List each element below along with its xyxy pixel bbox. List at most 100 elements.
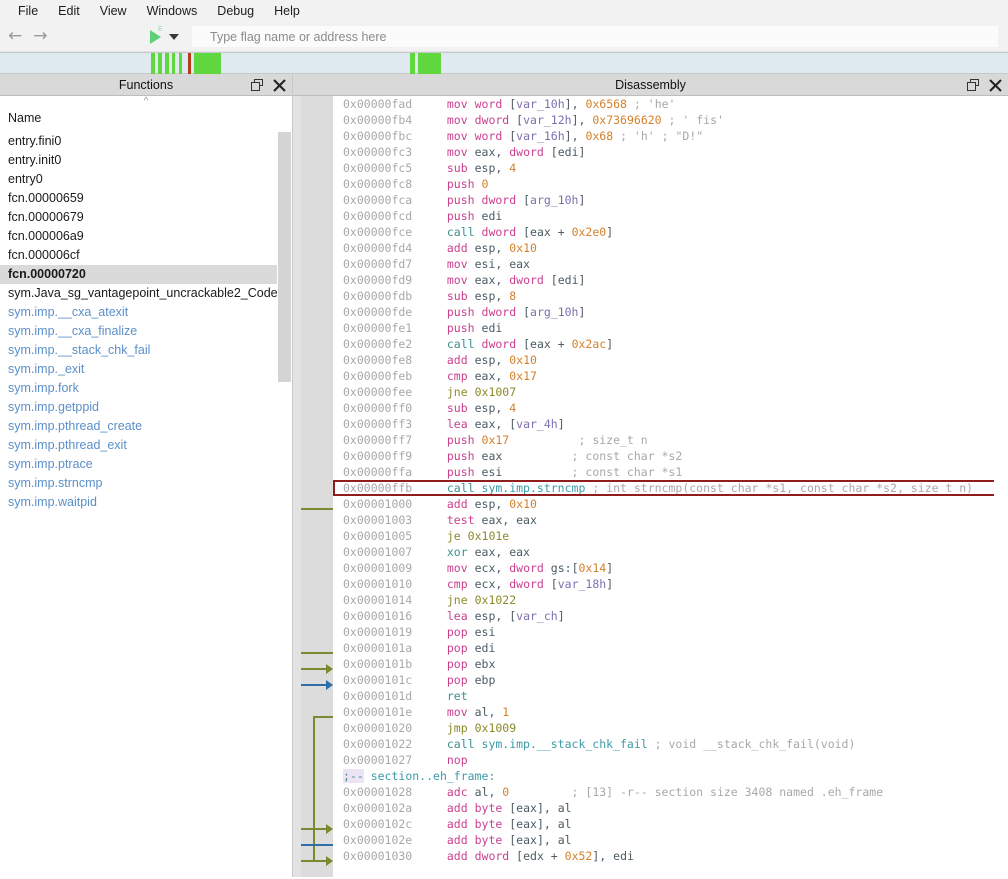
disassembly-line[interactable]: 0x00000fd7 mov esi, eax xyxy=(333,256,1008,272)
disassembly-line[interactable]: 0x00001005 je 0x101e xyxy=(333,528,1008,544)
disassembly-line[interactable]: 0x00001003 test eax, eax xyxy=(333,512,1008,528)
function-list-item[interactable]: fcn.00000659 xyxy=(0,189,292,208)
disassembly-line[interactable]: 0x00000fce call dword [eax + 0x2e0] xyxy=(333,224,1008,240)
disassembly-line[interactable]: 0x00000feb cmp eax, 0x17 xyxy=(333,368,1008,384)
disassembly-line[interactable]: 0x00001019 pop esi xyxy=(333,624,1008,640)
function-list-item[interactable]: entry.init0 xyxy=(0,151,292,170)
functions-scrollbar[interactable] xyxy=(277,132,292,877)
disassembly-line[interactable]: 0x00001022 call sym.imp.__stack_chk_fail… xyxy=(333,736,1008,752)
disassembly-line[interactable]: 0x0000101e mov al, 1 xyxy=(333,704,1008,720)
close-icon[interactable] xyxy=(989,78,1002,92)
disassembly-line[interactable]: 0x00000fca push dword [arg_10h] xyxy=(333,192,1008,208)
disassembly-line[interactable]: 0x00000fc8 push 0 xyxy=(333,176,1008,192)
disassembly-line[interactable]: 0x00000fd9 mov eax, dword [edi] xyxy=(333,272,1008,288)
disassembly-line[interactable]: 0x0000101b pop ebx xyxy=(333,656,1008,672)
disassembly-line[interactable]: 0x00000ffb call sym.imp.strncmp ; int st… xyxy=(333,480,1008,496)
function-list-item[interactable]: sym.imp.ptrace xyxy=(0,455,292,474)
arrow-right-icon[interactable]: → xyxy=(33,28,47,45)
instruction-token: 0x68 xyxy=(585,129,614,143)
disassembly-line[interactable]: 0x00001009 mov ecx, dword gs:[0x14] xyxy=(333,560,1008,576)
menu-item-edit[interactable]: Edit xyxy=(48,1,90,21)
function-list-item[interactable]: sym.imp._exit xyxy=(0,360,292,379)
functions-list[interactable]: entry.fini0 entry.init0 entry0 fcn.00000659… xyxy=(0,132,292,877)
function-list-item[interactable]: sym.imp.__cxa_atexit xyxy=(0,303,292,322)
function-list-item[interactable]: sym.imp.__cxa_finalize xyxy=(0,322,292,341)
instruction-token xyxy=(544,577,551,591)
function-list-item[interactable]: sym.imp.strncmp xyxy=(0,474,292,493)
chevron-down-icon[interactable] xyxy=(169,33,179,40)
function-list-item[interactable]: sym.imp.__stack_chk_fail xyxy=(0,341,292,360)
restore-window-icon[interactable] xyxy=(251,78,264,92)
disassembly-line[interactable]: 0x00001028 adc al, 0 ; [13] -r-- section… xyxy=(333,784,1008,800)
function-list-item[interactable]: sym.imp.waitpid xyxy=(0,493,292,512)
instruction-token xyxy=(468,113,475,127)
instruction-token: ; const char *s2 xyxy=(571,449,683,463)
arrow-left-icon[interactable]: ← xyxy=(8,28,22,45)
disassembly-line[interactable]: 0x00001007 xor eax, eax xyxy=(333,544,1008,560)
disassembly-line[interactable]: 0x00000fcd push edi xyxy=(333,208,1008,224)
disassembly-line[interactable]: 0x00000ff9 push eax ; const char *s2 xyxy=(333,448,1008,464)
instruction-address: 0x00001020 xyxy=(343,721,413,735)
disassembly-line[interactable]: 0x00001010 cmp ecx, dword [var_18h] xyxy=(333,576,1008,592)
disassembly-line[interactable]: 0x00001030 add dword [edx + 0x52], edi xyxy=(333,848,1008,864)
disassembly-line[interactable]: 0x0000102e add byte [eax], al xyxy=(333,832,1008,848)
disassembly-line[interactable]: 0x00001016 lea esp, [var_ch] xyxy=(333,608,1008,624)
disassembly-line[interactable]: 0x00000fe8 add esp, 0x10 xyxy=(333,352,1008,368)
close-icon[interactable] xyxy=(273,78,286,92)
disassembly-line[interactable]: 0x00000fee jne 0x1007 xyxy=(333,384,1008,400)
disassembly-line[interactable]: 0x00001014 jne 0x1022 xyxy=(333,592,1008,608)
disassembly-line[interactable]: 0x00000fe1 push edi xyxy=(333,320,1008,336)
disassembly-line[interactable]: 0x0000101d ret xyxy=(333,688,1008,704)
disassembly-line[interactable]: 0x00000fbc mov word [var_16h], 0x68 ; 'h… xyxy=(333,128,1008,144)
menu-item-help[interactable]: Help xyxy=(264,1,310,21)
disassembly-line[interactable]: 0x00000fb4 mov dword [var_12h], 0x736966… xyxy=(333,112,1008,128)
disassembly-line[interactable]: 0x0000102c add byte [eax], al xyxy=(333,816,1008,832)
disassembly-line[interactable]: 0x00000ff0 sub esp, 4 xyxy=(333,400,1008,416)
disassembly-line[interactable]: 0x00000fad mov word [var_10h], 0x6568 ; … xyxy=(333,96,1008,112)
overview-block xyxy=(172,53,175,75)
function-list-item[interactable]: sym.imp.pthread_create xyxy=(0,417,292,436)
menu-item-view[interactable]: View xyxy=(90,1,137,21)
disassembly-line[interactable]: 0x00000ff3 lea eax, [var_4h] xyxy=(333,416,1008,432)
function-list-item[interactable]: entry0 xyxy=(0,170,292,189)
disassembly-line[interactable]: 0x00000fc3 mov eax, dword [edi] xyxy=(333,144,1008,160)
disassembly-line[interactable]: 0x0000101a pop edi xyxy=(333,640,1008,656)
function-list-item[interactable]: entry.fini0 xyxy=(0,132,292,151)
binary-overview-bar[interactable] xyxy=(0,52,1008,75)
disassembly-line[interactable]: 0x00000ff7 push 0x17 ; size_t n xyxy=(333,432,1008,448)
menu-item-windows[interactable]: Windows xyxy=(137,1,208,21)
instruction-token: 0x1007 xyxy=(474,385,517,399)
function-list-item[interactable]: fcn.000006a9 xyxy=(0,227,292,246)
function-list-item[interactable]: fcn.000006cf xyxy=(0,246,292,265)
function-list-item[interactable]: sym.Java_sg_vantagepoint_uncrackable2_Co… xyxy=(0,284,292,303)
instruction-token: dword xyxy=(509,577,544,591)
play-icon[interactable]: E xyxy=(150,26,163,44)
disassembly-line[interactable]: 0x00000ffa push esi ; const char *s1 xyxy=(333,464,1008,480)
function-list-item[interactable]: sym.imp.getppid xyxy=(0,398,292,417)
disassembly-line[interactable]: 0x0000102a add byte [eax], al xyxy=(333,800,1008,816)
disassembly-line[interactable]: 0x00000fd4 add esp, 0x10 xyxy=(333,240,1008,256)
disassembly-line[interactable]: 0x00001020 jmp 0x1009 xyxy=(333,720,1008,736)
functions-scrollbar-thumb[interactable] xyxy=(278,132,291,382)
search-input[interactable] xyxy=(192,26,998,47)
instruction-token: al xyxy=(557,833,572,847)
disassembly-section-header[interactable]: ;-- section..eh_frame: xyxy=(333,768,1008,784)
disassembly-line[interactable]: 0x00000fc5 sub esp, 4 xyxy=(333,160,1008,176)
function-list-item[interactable]: sym.imp.pthread_exit xyxy=(0,436,292,455)
restore-window-icon[interactable] xyxy=(967,78,980,92)
menu-item-file[interactable]: File xyxy=(8,1,48,21)
disassembly-line[interactable]: 0x00001027 nop xyxy=(333,752,1008,768)
function-list-item[interactable]: sym.imp.fork xyxy=(0,379,292,398)
disassembly-line[interactable]: 0x00001000 add esp, 0x10 xyxy=(333,496,1008,512)
disassembly-code-area[interactable]: 0x00000fad mov word [var_10h], 0x6568 ; … xyxy=(333,96,1008,877)
function-list-item[interactable]: fcn.00000679 xyxy=(0,208,292,227)
disassembly-line[interactable]: 0x00000fde push dword [arg_10h] xyxy=(333,304,1008,320)
disassembly-line[interactable]: 0x0000101c pop ebp xyxy=(333,672,1008,688)
function-list-item[interactable]: fcn.00000720 xyxy=(0,265,292,284)
menu-item-debug[interactable]: Debug xyxy=(207,1,264,21)
disassembly-line[interactable]: 0x00000fdb sub esp, 8 xyxy=(333,288,1008,304)
functions-panel: Functions ^ Name entry.fini0 entry.init0 e… xyxy=(0,74,293,877)
disassembly-scrollbar[interactable] xyxy=(994,96,1008,877)
chevron-up-icon[interactable]: ^ xyxy=(0,96,292,109)
disassembly-line[interactable]: 0x00000fe2 call dword [eax + 0x2ac] xyxy=(333,336,1008,352)
